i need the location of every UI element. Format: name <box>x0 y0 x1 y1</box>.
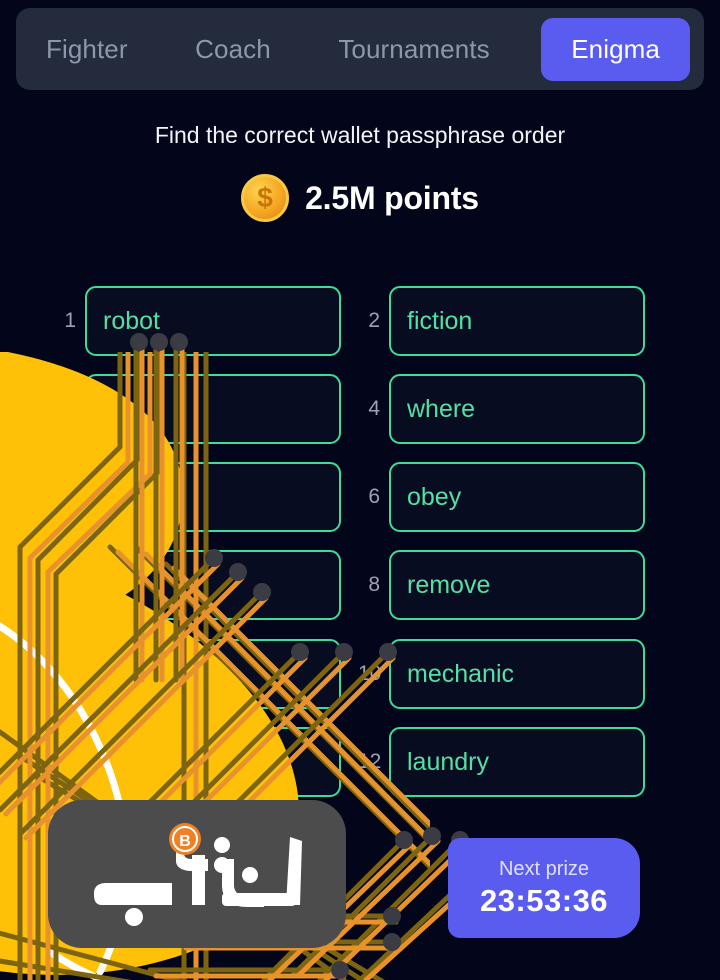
main-tab-bar: Fighter Coach Tournaments Enigma <box>16 8 704 90</box>
slot-number: 6 <box>368 485 380 508</box>
tab-enigma[interactable]: Enigma <box>541 17 690 81</box>
svg-text:B: B <box>179 833 191 850</box>
word-cell-10[interactable]: mechanic <box>389 639 645 709</box>
word-cell-4[interactable]: where <box>389 374 645 444</box>
grid-slot-11: 11 <box>54 727 341 797</box>
tab-fighter[interactable]: Fighter <box>30 20 144 79</box>
slot-number: 10 <box>358 662 382 685</box>
points-display: $ 2.5M points <box>0 174 720 222</box>
word-cell-5[interactable] <box>85 462 341 532</box>
slot-number: 9 <box>64 662 76 685</box>
slot-number: 5 <box>64 485 76 508</box>
word-cell-11[interactable] <box>85 727 341 797</box>
slot-number: 2 <box>368 309 380 332</box>
grid-slot-7: 7 y <box>54 550 341 620</box>
next-prize-badge[interactable]: Next prize 23:53:36 <box>448 838 640 938</box>
grid-slot-1: 1 robot <box>54 286 341 356</box>
points-value: 2.5M points <box>305 179 479 216</box>
word-cell-2[interactable]: fiction <box>389 286 645 356</box>
slot-number: 7 <box>64 573 76 596</box>
grid-slot-5: 5 <box>54 462 341 532</box>
slot-number: 4 <box>368 397 380 420</box>
word-cell-6[interactable]: obey <box>389 462 645 532</box>
word-cell-8[interactable]: remove <box>389 550 645 620</box>
slot-number: 3 <box>64 397 76 420</box>
next-prize-label: Next prize <box>498 857 590 880</box>
slot-number: 1 <box>64 309 76 332</box>
tab-coach[interactable]: Coach <box>179 20 287 79</box>
arabic-wordmark-icon: B <box>94 823 302 926</box>
channel-logo-watermark: B <box>48 800 346 948</box>
slot-number: 11 <box>54 750 76 773</box>
grid-slot-9: 9 <box>54 639 341 709</box>
word-cell-7[interactable]: y <box>85 550 341 620</box>
puzzle-instruction: Find the correct wallet passphrase order <box>154 122 566 148</box>
grid-slot-2: 2 fiction <box>358 286 645 356</box>
grid-slot-10: 10 mechanic <box>358 639 645 709</box>
word-cell-9[interactable] <box>85 639 341 709</box>
word-cell-3[interactable]: ter <box>85 374 341 444</box>
word-cell-12[interactable]: laundry <box>389 727 645 797</box>
grid-slot-4: 4 where <box>358 374 645 444</box>
grid-slot-6: 6 obey <box>358 462 645 532</box>
slot-number: 12 <box>358 750 382 773</box>
grid-slot-3: 3 ter <box>54 374 341 444</box>
passphrase-grid: 1 robot 2 fiction 3 ter 4 where 5 6 obey… <box>0 286 720 806</box>
slot-number: 8 <box>368 573 380 596</box>
next-prize-countdown: 23:53:36 <box>479 882 609 918</box>
grid-slot-8: 8 remove <box>358 550 645 620</box>
enigma-screen: Fighter Coach Tournaments Enigma Find th… <box>0 0 720 980</box>
tab-tournaments[interactable]: Tournaments <box>322 20 505 79</box>
word-cell-1[interactable]: robot <box>85 286 341 356</box>
grid-slot-12: 12 laundry <box>358 727 645 797</box>
coin-icon: $ <box>241 174 290 222</box>
